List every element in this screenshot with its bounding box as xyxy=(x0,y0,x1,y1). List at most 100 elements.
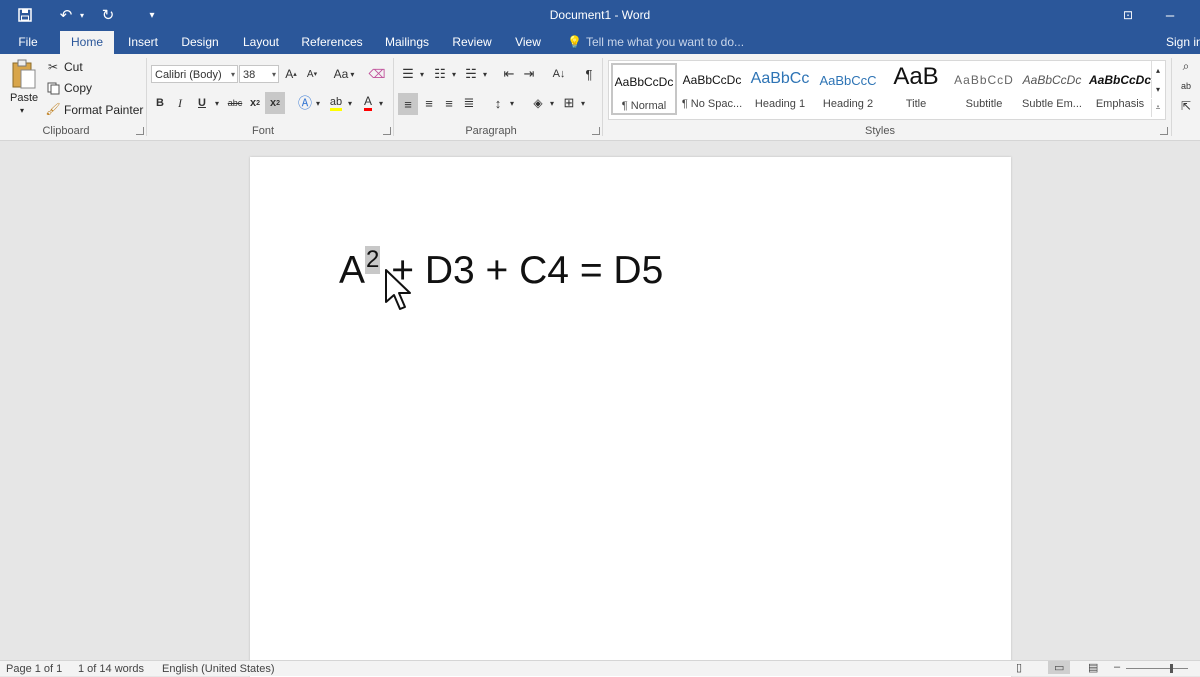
tell-me-box[interactable]: 💡 Tell me what you want to do... xyxy=(567,31,744,54)
font-name-box[interactable]: Calibri (Body) ▾ xyxy=(151,65,238,83)
style-title[interactable]: AaB Title xyxy=(883,63,949,115)
align-center-icon[interactable]: ≡ xyxy=(420,94,438,112)
selected-superscript[interactable]: 2 xyxy=(365,246,381,274)
bullets-icon[interactable]: ☰ xyxy=(399,65,417,83)
numbering-icon[interactable]: ☷ xyxy=(431,65,449,83)
ribbon-tabs: File Home Insert Design Layout Reference… xyxy=(0,31,1200,54)
page-count[interactable]: Page 1 of 1 xyxy=(6,663,62,675)
clipboard-launcher-icon[interactable] xyxy=(136,127,144,135)
lightbulb-icon: 💡 xyxy=(567,35,582,49)
language-indicator[interactable]: English (United States) xyxy=(162,663,275,675)
style-heading-1[interactable]: AaBbCc Heading 1 xyxy=(747,63,813,115)
strikethrough-icon[interactable]: abc xyxy=(225,94,245,112)
change-case-label: Aa xyxy=(333,67,349,81)
style-heading-2[interactable]: AaBbCcC Heading 2 xyxy=(815,63,881,115)
tab-layout[interactable]: Layout xyxy=(238,31,284,54)
zoom-slider[interactable] xyxy=(1126,668,1188,669)
grow-font-icon[interactable]: A ▴ xyxy=(283,65,299,83)
shading-icon[interactable]: ◈ xyxy=(529,94,547,112)
font-size-box[interactable]: 38 ▾ xyxy=(239,65,279,83)
tab-file[interactable]: File xyxy=(10,31,46,54)
borders-icon[interactable]: ⊞ xyxy=(560,94,578,112)
zoom-out-icon[interactable]: – xyxy=(1114,661,1120,673)
tab-references[interactable]: References xyxy=(298,31,366,54)
group-divider xyxy=(1171,58,1172,136)
web-layout-icon[interactable]: ▤ xyxy=(1088,661,1098,674)
style-emphasis[interactable]: AaBbCcDc Emphasis xyxy=(1087,63,1153,115)
document-page[interactable]: A2 + D3 + C4 = D5 xyxy=(250,157,1011,677)
style-no-spacing[interactable]: AaBbCcDc ¶ No Spac... xyxy=(679,63,745,115)
print-layout-icon[interactable]: ▭ xyxy=(1048,661,1071,674)
styles-launcher-icon[interactable] xyxy=(1160,127,1168,135)
format-painter-button[interactable]: Format Painter xyxy=(64,103,143,117)
bullets-dropdown-icon[interactable]: ▾ xyxy=(418,65,426,83)
style-subtle-emphasis[interactable]: AaBbCcDc Subtle Em... xyxy=(1019,63,1085,115)
tab-review[interactable]: Review xyxy=(447,31,497,54)
group-divider xyxy=(602,58,603,136)
style-preview: AaBbCcD xyxy=(954,73,1014,87)
line-spacing-dropdown-icon[interactable]: ▾ xyxy=(508,94,516,112)
highlight-dropdown-icon[interactable]: ▾ xyxy=(346,94,354,112)
font-launcher-icon[interactable] xyxy=(383,127,391,135)
gallery-scroll-up-icon[interactable]: ▴ xyxy=(1151,61,1164,79)
pilcrow-icon[interactable]: ¶ xyxy=(580,65,598,83)
paste-label[interactable]: Paste xyxy=(10,92,38,104)
multilevel-dropdown-icon[interactable]: ▾ xyxy=(481,65,489,83)
superscript-icon[interactable]: x2 xyxy=(265,92,285,114)
change-case-button[interactable]: Aa ▾ xyxy=(330,65,358,83)
styles-group-label: Styles xyxy=(865,125,895,137)
subscript-icon[interactable]: x2 xyxy=(247,94,263,112)
gallery-scroll-down-icon[interactable]: ▾ xyxy=(1151,80,1164,98)
zoom-slider-thumb[interactable] xyxy=(1170,664,1173,673)
underline-icon[interactable]: U xyxy=(194,94,210,112)
italic-icon[interactable]: I xyxy=(172,94,188,112)
style-name: Subtle Em... xyxy=(1022,98,1082,110)
minimize-button[interactable]: – xyxy=(1160,4,1180,26)
paste-icon[interactable] xyxy=(10,58,38,92)
mouse-pointer-icon xyxy=(384,268,414,315)
decrease-indent-icon[interactable]: ⇤ xyxy=(500,65,518,83)
gallery-more-icon[interactable]: ⩡ xyxy=(1151,99,1164,117)
numbering-dropdown-icon[interactable]: ▾ xyxy=(450,65,458,83)
sign-in-link[interactable]: Sign in xyxy=(1166,31,1200,54)
align-right-icon[interactable]: ≡ xyxy=(440,94,458,112)
cut-button[interactable]: Cut xyxy=(64,60,83,74)
find-icon[interactable]: ⌕ xyxy=(1177,58,1195,74)
text-effects-dropdown-icon[interactable]: ▾ xyxy=(314,94,322,112)
select-icon[interactable]: ⇱ xyxy=(1177,98,1195,114)
borders-dropdown-icon[interactable]: ▾ xyxy=(579,94,587,112)
tab-home[interactable]: Home xyxy=(60,31,114,54)
style-subtitle[interactable]: AaBbCcD Subtitle xyxy=(951,63,1017,115)
tab-insert[interactable]: Insert xyxy=(122,31,164,54)
clipboard-group-label: Clipboard xyxy=(42,125,90,137)
word-count[interactable]: 1 of 14 words xyxy=(78,663,144,675)
align-left-icon[interactable]: ≡ xyxy=(398,93,418,115)
shading-dropdown-icon[interactable]: ▾ xyxy=(548,94,556,112)
ribbon-display-options-icon[interactable]: ⊡ xyxy=(1118,4,1138,26)
tab-mailings[interactable]: Mailings xyxy=(380,31,434,54)
format-painter-icon: 🖌 xyxy=(45,102,61,116)
sort-icon[interactable]: A↓ xyxy=(550,65,568,83)
copy-button[interactable]: Copy xyxy=(64,81,92,95)
underline-dropdown-icon[interactable]: ▾ xyxy=(212,94,222,112)
tab-design[interactable]: Design xyxy=(176,31,224,54)
increase-indent-icon[interactable]: ⇥ xyxy=(520,65,538,83)
font-color-icon[interactable]: A xyxy=(360,94,376,112)
style-name: ¶ No Spac... xyxy=(681,98,743,110)
line-spacing-icon[interactable]: ↕ xyxy=(489,94,507,112)
style-normal[interactable]: AaBbCcDc ¶ Normal xyxy=(611,63,677,115)
bold-icon[interactable]: B xyxy=(152,94,168,112)
replace-icon[interactable]: ab xyxy=(1177,78,1195,94)
style-name: Emphasis xyxy=(1095,98,1145,110)
read-mode-icon[interactable]: ▯ xyxy=(1016,661,1022,674)
paragraph-launcher-icon[interactable] xyxy=(592,127,600,135)
font-color-dropdown-icon[interactable]: ▾ xyxy=(377,94,385,112)
paste-dropdown-icon[interactable]: ▾ xyxy=(20,106,24,115)
clear-formatting-icon[interactable]: ⌫ xyxy=(368,65,386,83)
highlight-icon[interactable]: ab xyxy=(327,94,345,112)
justify-icon[interactable]: ≣ xyxy=(460,94,478,112)
shrink-font-icon[interactable]: A ▾ xyxy=(304,65,320,83)
multilevel-list-icon[interactable]: ☵ xyxy=(462,65,480,83)
text-effects-icon[interactable]: Ⓐ xyxy=(297,94,313,112)
tab-view[interactable]: View xyxy=(510,31,546,54)
